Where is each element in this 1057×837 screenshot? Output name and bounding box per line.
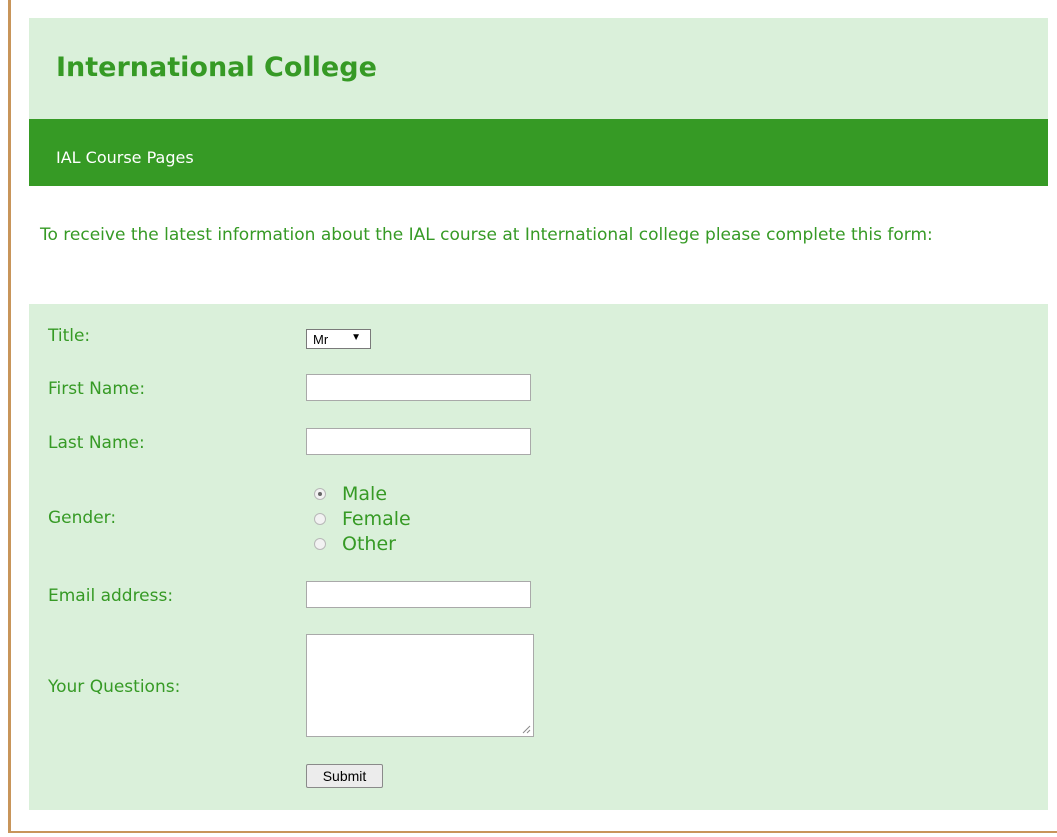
last-name-label: Last Name: (48, 433, 145, 453)
first-name-label: First Name: (48, 379, 146, 399)
nav-link-ial-course-pages[interactable]: IAL Course Pages (56, 148, 194, 167)
gender-label: Gender: (48, 508, 117, 528)
first-name-input[interactable] (306, 374, 531, 401)
radio-unchecked-icon[interactable] (314, 538, 326, 550)
gender-option-label: Male (342, 483, 388, 505)
site-title: International College (56, 52, 377, 83)
title-select[interactable]: Mr ▼ (306, 329, 371, 349)
radio-checked-icon[interactable] (314, 488, 326, 500)
submit-button[interactable]: Submit (306, 764, 383, 788)
last-name-input[interactable] (306, 428, 531, 455)
dropdown-triangle-icon: ▼ (351, 332, 361, 343)
title-label: Title: (48, 326, 91, 346)
questions-textarea[interactable] (306, 634, 534, 737)
gender-option-label: Other (342, 533, 396, 555)
title-select-value: Mr (313, 332, 329, 347)
intro-text: To receive the latest information about … (40, 225, 933, 245)
navbar: IAL Course Pages (29, 119, 1048, 186)
email-input[interactable] (306, 581, 531, 608)
questions-label: Your Questions: (48, 677, 181, 697)
left-border (8, 0, 11, 833)
bottom-border (8, 831, 1057, 833)
page-frame: International College IAL Course Pages T… (0, 0, 1057, 837)
gender-option-label: Female (342, 508, 411, 530)
signup-form: Title: Mr ▼ First Name: Last Name: Gende… (29, 304, 1048, 810)
site-header: International College (29, 18, 1048, 119)
email-label: Email address: (48, 586, 174, 606)
resize-grip-icon[interactable] (521, 724, 531, 734)
radio-unchecked-icon[interactable] (314, 513, 326, 525)
